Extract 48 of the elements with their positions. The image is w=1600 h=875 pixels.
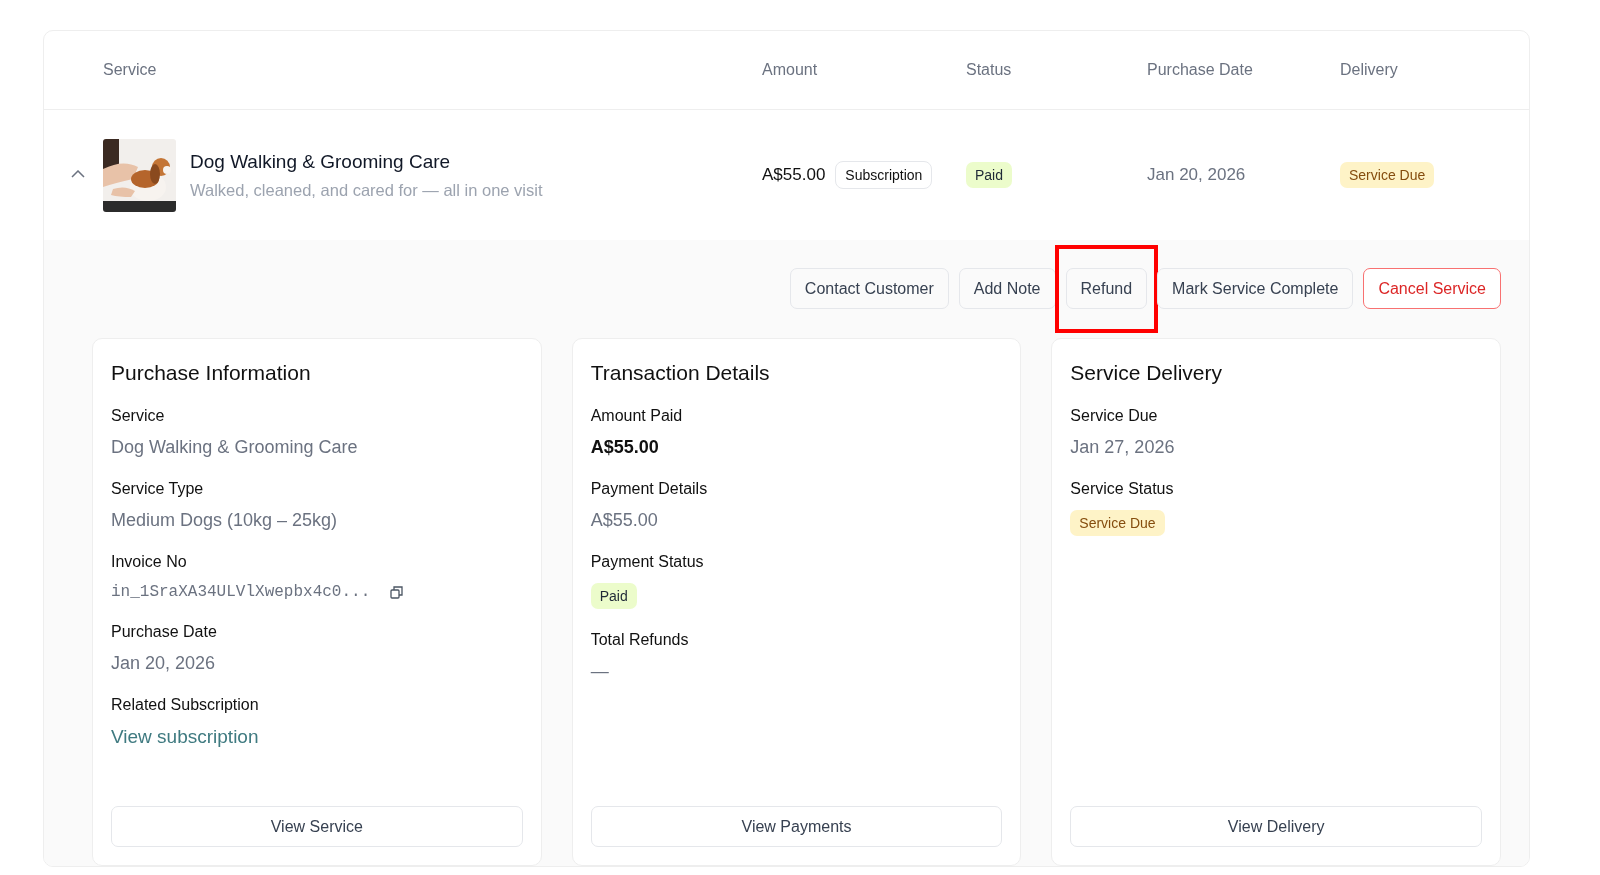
view-button[interactable]: View Delivery	[1070, 806, 1482, 847]
field-label: Payment Status	[590, 553, 704, 571]
field-value: Medium Dogs (10kg – 25kg)	[111, 510, 338, 531]
action-button[interactable]: Refund	[1065, 268, 1148, 309]
card-title: Purchase Information	[111, 361, 312, 385]
status-badge: Paid	[966, 162, 1013, 188]
purchase-date: Jan 20, 2026	[1147, 165, 1247, 185]
column-header: Amount	[762, 61, 819, 79]
field-label: Amount Paid	[590, 407, 683, 425]
action-button[interactable]: Contact Customer	[789, 268, 949, 309]
column-header: Status	[966, 61, 1013, 79]
subscription-link[interactable]: View subscription	[111, 726, 259, 748]
invoice-number: in_1SraXA34ULVlXwepbx4c0...	[111, 583, 371, 601]
field-label: Service Status	[1070, 480, 1174, 498]
card-title: Transaction Details	[590, 361, 771, 385]
status-badge: Paid	[590, 583, 637, 609]
chevron-up-icon	[70, 170, 85, 178]
field-label: Service	[111, 407, 165, 425]
card-title: Service Delivery	[1070, 361, 1224, 385]
plan-badge: Subscription	[835, 161, 933, 189]
field-value: Jan 27, 2026	[1070, 437, 1175, 458]
delivery-badge: Service Due	[1340, 162, 1435, 188]
column-header: Service	[103, 61, 158, 79]
field-label: Related Subscription	[111, 696, 259, 714]
field-label: Payment Details	[590, 480, 708, 498]
field-value: A$55.00	[590, 510, 658, 531]
action-button[interactable]: Add Note	[958, 268, 1056, 309]
field-label: Service Due	[1070, 407, 1158, 425]
copy-icon[interactable]	[390, 585, 404, 599]
field-label: Total Refunds	[590, 631, 689, 649]
column-header: Delivery	[1340, 61, 1399, 79]
field-value: —	[590, 661, 609, 682]
field-label: Invoice No	[111, 553, 187, 571]
field-value: Dog Walking & Grooming Care	[111, 437, 358, 458]
action-button[interactable]: Mark Service Complete	[1157, 268, 1354, 309]
service-name: Dog Walking & Grooming Care	[190, 150, 452, 173]
field-value: Jan 20, 2026	[111, 653, 216, 674]
field-label: Purchase Date	[111, 623, 217, 641]
column-header: Purchase Date	[1147, 61, 1254, 79]
expand-toggle[interactable]	[70, 170, 85, 180]
field-value: A$55.00	[590, 437, 659, 458]
service-description: Walked, cleaned, and cared for — all in one visit	[190, 180, 543, 200]
action-button[interactable]: Cancel Service	[1363, 268, 1501, 309]
amount: A$55.00	[762, 165, 826, 185]
view-button[interactable]: View Payments	[590, 806, 1003, 847]
view-button[interactable]: View Service	[111, 806, 523, 847]
field-label: Service Type	[111, 480, 204, 498]
status-badge: Service Due	[1070, 510, 1165, 536]
